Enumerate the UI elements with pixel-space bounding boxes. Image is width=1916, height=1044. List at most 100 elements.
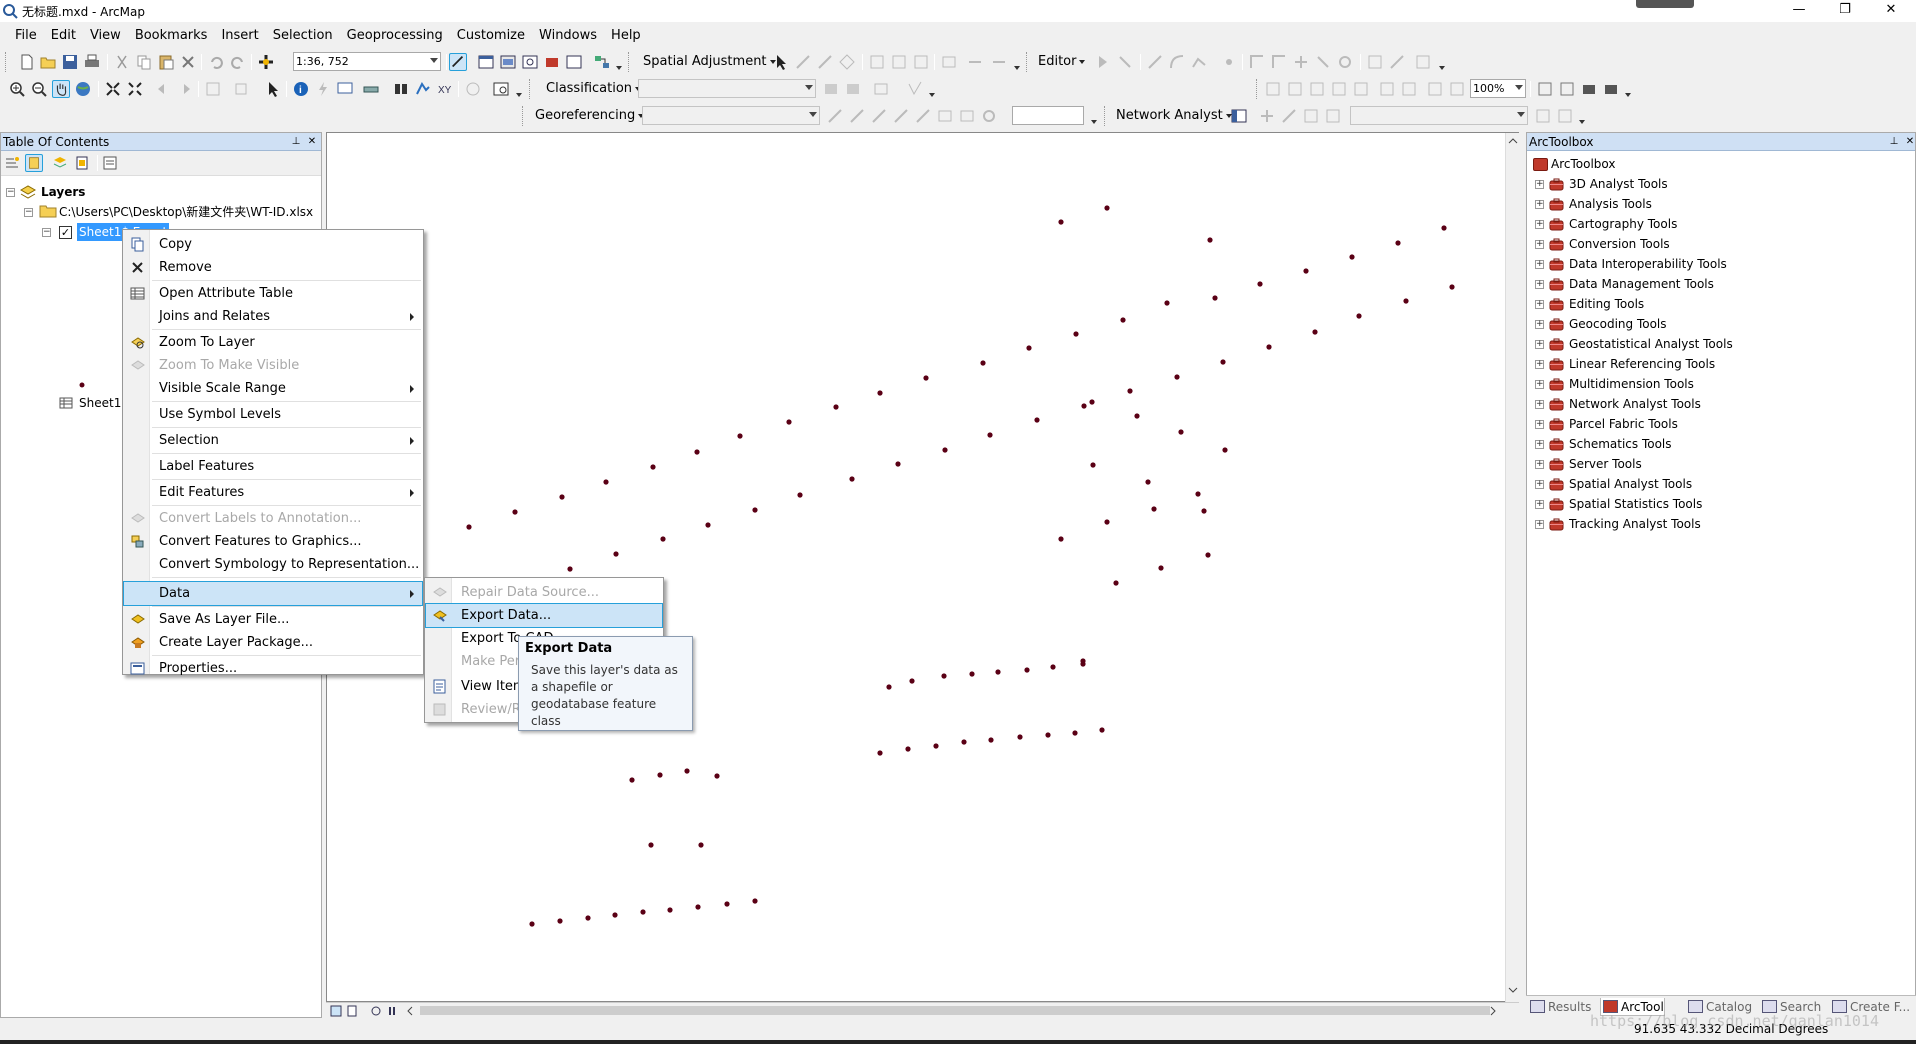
select-elements-icon[interactable]: [772, 53, 790, 71]
train-icon[interactable]: [844, 80, 862, 98]
restore-button[interactable]: ❐: [1822, 0, 1868, 22]
toolbar-options-icon[interactable]: [1578, 118, 1587, 126]
toolbox-item[interactable]: Data Interoperability Tools: [1569, 255, 1727, 273]
toolbox-item[interactable]: Geostatistical Analyst Tools: [1569, 335, 1733, 353]
toolbar-options-icon[interactable]: [1624, 91, 1633, 99]
rotate-georef-icon[interactable]: [980, 107, 998, 125]
endpoint-arc-icon[interactable]: [1168, 53, 1186, 71]
toolbox-item[interactable]: Tracking Analyst Tools: [1569, 515, 1701, 533]
toolbar-grip[interactable]: [1256, 79, 1261, 99]
expand-toolbox-icon[interactable]: +: [1535, 480, 1544, 489]
html-popup-icon[interactable]: [336, 80, 354, 98]
pin-icon[interactable]: ⊥: [1889, 136, 1899, 148]
pin-icon[interactable]: ⊥: [291, 136, 301, 148]
menu-item-create-layer-package[interactable]: Create Layer Package...: [124, 631, 422, 654]
network-solve-icon[interactable]: [1302, 107, 1320, 125]
fixed-zoom-in-icon[interactable]: [104, 80, 122, 98]
expand-toolbox-icon[interactable]: +: [1535, 400, 1544, 409]
list-by-source-icon[interactable]: [25, 154, 43, 172]
point-icon[interactable]: [1220, 53, 1238, 71]
model-builder-icon[interactable]: [593, 53, 611, 71]
edit-annotation-icon[interactable]: [1116, 53, 1134, 71]
toolbox-item[interactable]: Linear Referencing Tools: [1569, 355, 1715, 373]
toolbar-grip[interactable]: [529, 79, 534, 99]
menu-item-copy[interactable]: Copy: [124, 233, 422, 256]
zoom-100-icon[interactable]: [1352, 80, 1370, 98]
python-window-icon[interactable]: [565, 53, 583, 71]
toolbar-grip[interactable]: [628, 52, 633, 72]
close-panel-icon[interactable]: ✕: [1905, 136, 1915, 148]
reshape-feature-icon[interactable]: [1270, 53, 1288, 71]
sketch-properties-icon[interactable]: [1388, 53, 1406, 71]
scroll-up-icon[interactable]: [1508, 137, 1518, 145]
layout-zoom-out-icon[interactable]: [1286, 80, 1304, 98]
layout-view-icon[interactable]: [346, 1005, 358, 1017]
map-scale-combo[interactable]: 1:36, 752: [293, 52, 441, 71]
expand-toolbox-icon[interactable]: +: [1535, 200, 1544, 209]
menu-item-edit-features[interactable]: Edit Features: [124, 481, 422, 504]
adjustment-preview-icon[interactable]: [912, 53, 930, 71]
toolbox-item[interactable]: Schematics Tools: [1569, 435, 1672, 453]
minimize-button[interactable]: —: [1776, 0, 1822, 22]
multi-link-icon[interactable]: [838, 53, 856, 71]
expand-toolbox-icon[interactable]: +: [1535, 420, 1544, 429]
menu-item-zoom-to-layer[interactable]: Zoom To Layer: [124, 331, 422, 354]
georef-view-table-icon[interactable]: [958, 107, 976, 125]
delete-icon[interactable]: [179, 53, 197, 71]
menu-help[interactable]: Help: [604, 26, 648, 46]
view-link-table-icon[interactable]: [868, 53, 886, 71]
network-identify-icon[interactable]: [1556, 107, 1574, 125]
menu-windows[interactable]: Windows: [532, 26, 604, 46]
menu-item-use-symbol-levels[interactable]: Use Symbol Levels: [124, 403, 422, 426]
cut-polygons-icon[interactable]: [1292, 53, 1310, 71]
expand-toolbox-icon[interactable]: +: [1535, 340, 1544, 349]
layout-zoom-in-icon[interactable]: [1264, 80, 1282, 98]
toolbar-options-icon[interactable]: [1013, 64, 1022, 72]
zoom-out-icon[interactable]: [30, 80, 48, 98]
editor-toolbar-icon[interactable]: [449, 53, 467, 71]
menu-edit[interactable]: Edit: [44, 26, 83, 46]
network-analyst-window-icon[interactable]: [1230, 107, 1248, 125]
list-by-drawing-order-icon[interactable]: [3, 154, 21, 172]
new-document-icon[interactable]: [18, 53, 36, 71]
menu-item-zoom-to-make-visible[interactable]: Zoom To Make Visible: [124, 354, 422, 377]
horizontal-scroll-thumb[interactable]: [420, 1006, 1490, 1015]
map-vertical-scrollbar[interactable]: [1505, 133, 1519, 1002]
new-displacement-link-icon[interactable]: [794, 53, 812, 71]
classification-layer-combo[interactable]: [638, 79, 816, 98]
edit-tool-icon[interactable]: [1094, 53, 1112, 71]
toolbox-item[interactable]: Spatial Statistics Tools: [1569, 495, 1702, 513]
toolbar-options-icon[interactable]: [615, 64, 624, 72]
expand-toolbox-icon[interactable]: +: [1535, 280, 1544, 289]
refresh-icon[interactable]: [370, 1005, 382, 1017]
data-frame-layers[interactable]: Layers: [41, 183, 85, 201]
toolbar-grip[interactable]: [5, 52, 10, 72]
measure-icon[interactable]: [362, 80, 380, 98]
submenu-item-export-data[interactable]: Export Data...: [425, 603, 663, 628]
focus-data-frame-icon[interactable]: [1558, 80, 1576, 98]
collapse-layer-icon[interactable]: −: [42, 228, 51, 237]
go-back-icon[interactable]: [154, 80, 172, 98]
auto-registration-icon[interactable]: [870, 107, 888, 125]
expand-toolbox-icon[interactable]: +: [1535, 300, 1544, 309]
data-view-icon[interactable]: [330, 1005, 342, 1017]
menu-item-joins-and-relates[interactable]: Joins and Relates: [124, 305, 422, 328]
collapse-source-icon[interactable]: −: [24, 208, 33, 217]
menu-geoprocessing[interactable]: Geoprocessing: [340, 26, 450, 46]
pan-hand-icon[interactable]: [52, 80, 70, 98]
toolbox-item[interactable]: Conversion Tools: [1569, 235, 1670, 253]
pause-drawing-icon[interactable]: [386, 1005, 398, 1017]
toolbox-item[interactable]: Editing Tools: [1569, 295, 1644, 313]
classify-icon[interactable]: [822, 80, 840, 98]
go-forward-icon[interactable]: [176, 80, 194, 98]
catalog-window-icon[interactable]: [499, 53, 517, 71]
expand-toolbox-icon[interactable]: +: [1535, 220, 1544, 229]
training-sample-icon[interactable]: [906, 80, 924, 98]
submenu-item-repair-data-source[interactable]: Repair Data Source...: [426, 581, 662, 604]
menu-item-open-attribute-table[interactable]: Open Attribute Table: [124, 282, 422, 305]
add-data-icon[interactable]: [257, 53, 275, 71]
expand-toolbox-icon[interactable]: +: [1535, 440, 1544, 449]
close-panel-icon[interactable]: ✕: [307, 136, 317, 148]
create-features-icon[interactable]: [1414, 53, 1432, 71]
search-window-icon[interactable]: [521, 53, 539, 71]
